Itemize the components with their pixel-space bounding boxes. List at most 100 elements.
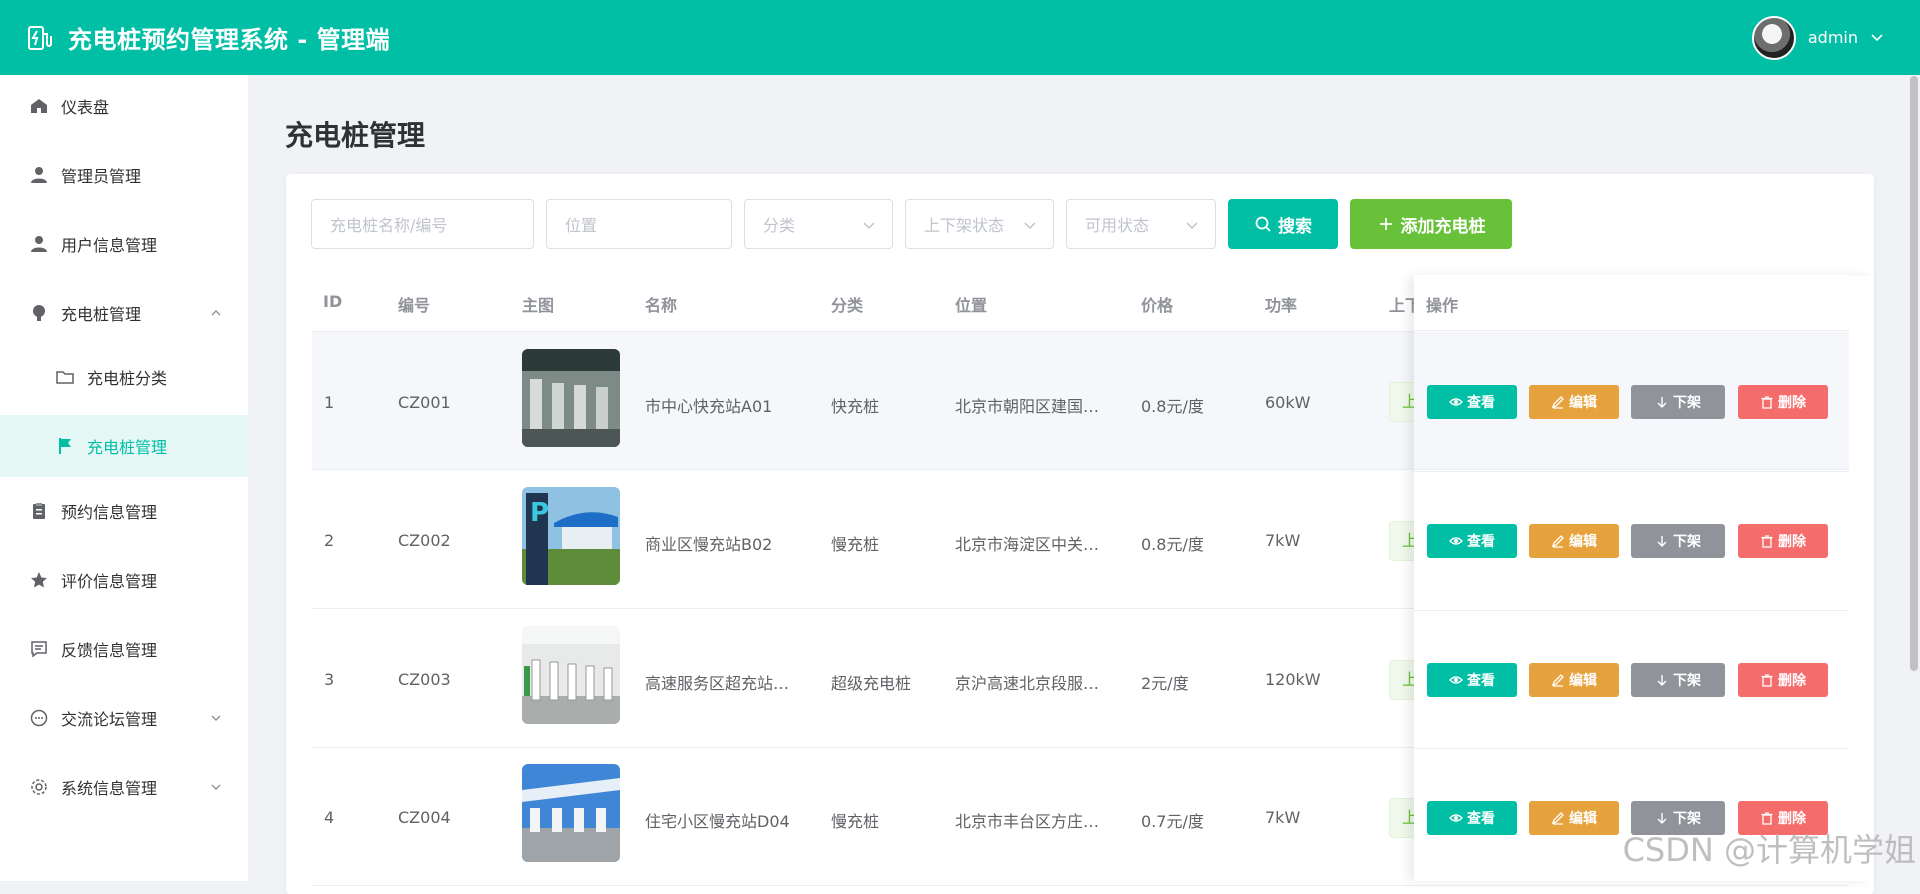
- pile-thumbnail: [522, 349, 620, 447]
- clipboard-icon: [29, 501, 49, 521]
- col-category: 分类: [831, 292, 863, 316]
- cell-category: 快充桩: [831, 393, 879, 417]
- col-location: 位置: [955, 292, 987, 316]
- pile-thumbnail: [522, 626, 620, 724]
- cell-name: 高速服务区超充站…: [645, 670, 789, 694]
- sidebar-item-feedback[interactable]: 反馈信息管理: [0, 618, 248, 680]
- col-actions: 操作: [1426, 292, 1458, 316]
- user-menu[interactable]: admin: [1752, 0, 1884, 75]
- chevron-up-icon: [210, 307, 222, 319]
- pencil-icon: [1551, 534, 1565, 548]
- pile-thumbnail: [522, 764, 620, 862]
- eye-icon: [1449, 534, 1463, 548]
- arrow-down-icon: [1655, 811, 1669, 825]
- sidebar-item-system[interactable]: 系统信息管理: [0, 756, 248, 818]
- star-icon: [29, 570, 49, 590]
- app-title: 充电桩预约管理系统 - 管理端: [68, 20, 390, 55]
- charging-station-icon: [26, 24, 54, 52]
- delete-button[interactable]: 删除: [1738, 663, 1828, 697]
- delete-label: 删除: [1778, 670, 1806, 690]
- cell-id: 1: [324, 393, 334, 412]
- pencil-icon: [1551, 673, 1565, 687]
- page-scrollbar[interactable]: [1910, 76, 1918, 671]
- logo: 充电桩预约管理系统 - 管理端: [26, 20, 390, 55]
- unlist-button[interactable]: 下架: [1631, 524, 1725, 558]
- sidebar-item-label: 预约信息管理: [61, 499, 157, 523]
- search-button[interactable]: 搜索: [1228, 199, 1338, 249]
- trash-icon: [1760, 811, 1774, 825]
- view-button[interactable]: 查看: [1427, 385, 1517, 419]
- eye-icon: [1449, 673, 1463, 687]
- operations-header: [1414, 275, 1849, 331]
- cell-power: 7kW: [1265, 808, 1300, 827]
- unlist-button[interactable]: 下架: [1631, 663, 1725, 697]
- edit-button[interactable]: 编辑: [1529, 801, 1619, 835]
- edit-button[interactable]: 编辑: [1529, 524, 1619, 558]
- chevron-down-icon: [1185, 218, 1199, 232]
- user-icon: [29, 234, 49, 254]
- search-label: 搜索: [1278, 212, 1312, 237]
- edit-label: 编辑: [1569, 670, 1597, 690]
- avatar[interactable]: [1752, 16, 1796, 60]
- sidebar-item-reviews[interactable]: 评价信息管理: [0, 549, 248, 611]
- category-select[interactable]: 分类: [744, 199, 893, 249]
- cell-name: 商业区慢充站B02: [645, 531, 772, 555]
- shelf-placeholder: 上下架状态: [924, 212, 1004, 236]
- view-label: 查看: [1467, 670, 1495, 690]
- col-image: 主图: [522, 292, 554, 316]
- cell-id: 4: [324, 808, 334, 827]
- sidebar-item-forum[interactable]: 交流论坛管理: [0, 687, 248, 749]
- edit-label: 编辑: [1569, 531, 1597, 551]
- cell-id: 2: [324, 531, 334, 550]
- unlist-button[interactable]: 下架: [1631, 385, 1725, 419]
- view-label: 查看: [1467, 392, 1495, 412]
- col-name: 名称: [645, 292, 677, 316]
- available-status-select[interactable]: 可用状态: [1066, 199, 1216, 249]
- cell-code: CZ003: [398, 670, 451, 689]
- available-placeholder: 可用状态: [1085, 212, 1149, 236]
- sidebar-item-pile-category[interactable]: 充电桩分类: [0, 346, 248, 408]
- chevron-down-icon[interactable]: [1870, 31, 1884, 45]
- col-price: 价格: [1141, 292, 1173, 316]
- view-button[interactable]: 查看: [1427, 801, 1517, 835]
- sidebar-item-label: 反馈信息管理: [61, 637, 157, 661]
- delete-button[interactable]: 删除: [1738, 385, 1828, 419]
- arrow-down-icon: [1655, 395, 1669, 409]
- sidebar-item-label: 充电桩管理: [87, 434, 167, 458]
- sidebar-item-label: 系统信息管理: [61, 775, 157, 799]
- cell-power: 60kW: [1265, 393, 1310, 412]
- edit-label: 编辑: [1569, 808, 1597, 828]
- sidebar-item-pile-manage[interactable]: 充电桩管理: [0, 415, 248, 477]
- sidebar-item-admins[interactable]: 管理员管理: [0, 144, 248, 206]
- cell-code: CZ001: [398, 393, 451, 412]
- unlist-label: 下架: [1673, 531, 1701, 551]
- cell-category: 慢充桩: [831, 808, 879, 832]
- sidebar-item-users[interactable]: 用户信息管理: [0, 213, 248, 275]
- col-code: 编号: [398, 292, 430, 316]
- name-search-input[interactable]: 充电桩名称/编号: [311, 199, 534, 249]
- cell-category: 慢充桩: [831, 531, 879, 555]
- cell-location: 北京市丰台区方庄…: [955, 808, 1099, 832]
- sidebar-item-label: 充电桩管理: [61, 301, 141, 325]
- add-pile-button[interactable]: 添加充电桩: [1350, 199, 1512, 249]
- edit-button[interactable]: 编辑: [1529, 663, 1619, 697]
- sidebar-item-bookings[interactable]: 预约信息管理: [0, 480, 248, 542]
- edit-button[interactable]: 编辑: [1529, 385, 1619, 419]
- username[interactable]: admin: [1808, 28, 1858, 47]
- cell-name: 住宅小区慢充站D04: [645, 808, 790, 832]
- cell-price: 2元/度: [1141, 670, 1189, 694]
- delete-label: 删除: [1778, 392, 1806, 412]
- sidebar-item-charging-piles[interactable]: 充电桩管理: [0, 282, 248, 344]
- cell-code: CZ002: [398, 531, 451, 550]
- shelf-status-select[interactable]: 上下架状态: [905, 199, 1054, 249]
- view-button[interactable]: 查看: [1427, 663, 1517, 697]
- location-placeholder: 位置: [565, 212, 597, 236]
- cell-price: 0.7元/度: [1141, 808, 1204, 832]
- view-button[interactable]: 查看: [1427, 524, 1517, 558]
- sidebar-item-dashboard[interactable]: 仪表盘: [0, 75, 248, 137]
- row-divider: [1414, 471, 1849, 472]
- trash-icon: [1760, 395, 1774, 409]
- cell-category: 超级充电桩: [831, 670, 911, 694]
- location-input[interactable]: 位置: [546, 199, 732, 249]
- delete-button[interactable]: 删除: [1738, 524, 1828, 558]
